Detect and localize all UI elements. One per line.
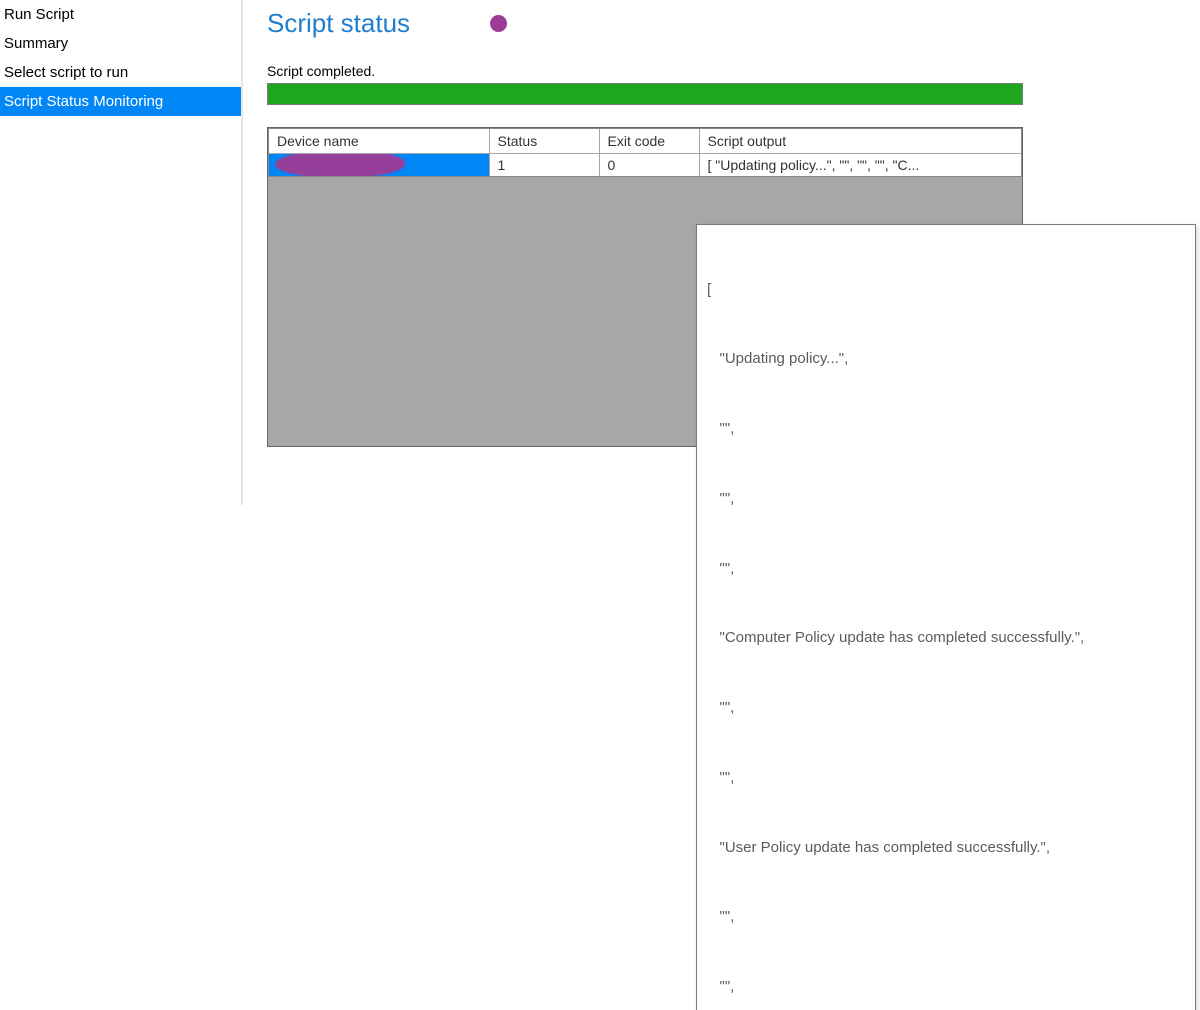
- tooltip-line: "User Policy update has completed succes…: [707, 836, 1185, 859]
- sidebar-item-run-script[interactable]: Run Script: [0, 0, 241, 29]
- progress-bar: [267, 83, 1023, 105]
- cell-script-output: [ "Updating policy...", "", "", "", "C..…: [699, 154, 1021, 177]
- col-exit-code[interactable]: Exit code: [599, 129, 699, 154]
- annotation-dot-icon: [490, 15, 507, 32]
- tooltip-line: "",: [707, 417, 1185, 440]
- tooltip-line: "Updating policy...",: [707, 347, 1185, 370]
- page-title: Script status: [267, 8, 410, 39]
- tooltip-line: "",: [707, 487, 1185, 510]
- tooltip-line: "",: [707, 766, 1185, 789]
- tooltip-line: "",: [707, 696, 1185, 719]
- table-row[interactable]: 1 0 [ "Updating policy...", "", "", "", …: [269, 154, 1021, 177]
- sidebar-item-select-script[interactable]: Select script to run: [0, 58, 241, 87]
- script-output-tooltip: [ "Updating policy...", "", "", "", "Com…: [696, 224, 1196, 1010]
- cell-device-name[interactable]: [269, 154, 489, 177]
- tooltip-line: "",: [707, 975, 1185, 998]
- col-script-output[interactable]: Script output: [699, 129, 1021, 154]
- cell-status: 1: [489, 154, 599, 177]
- page-title-row: Script status: [267, 0, 1176, 63]
- table-header-row: Device name Status Exit code Script outp…: [269, 129, 1021, 154]
- tooltip-line: "Computer Policy update has completed su…: [707, 626, 1185, 649]
- status-label: Script completed.: [267, 63, 1176, 79]
- col-device-name[interactable]: Device name: [269, 129, 489, 154]
- cell-exit-code: 0: [599, 154, 699, 177]
- sidebar-item-summary[interactable]: Summary: [0, 29, 241, 58]
- tooltip-line: [: [707, 278, 1185, 301]
- tooltip-line: "",: [707, 905, 1185, 928]
- col-status[interactable]: Status: [489, 129, 599, 154]
- redaction-mark-icon: [275, 154, 405, 177]
- tooltip-line: "",: [707, 557, 1185, 580]
- wizard-sidebar: Run Script Summary Select script to run …: [0, 0, 242, 505]
- sidebar-item-script-status-monitoring[interactable]: Script Status Monitoring: [0, 87, 241, 116]
- results-table: Device name Status Exit code Script outp…: [269, 129, 1021, 176]
